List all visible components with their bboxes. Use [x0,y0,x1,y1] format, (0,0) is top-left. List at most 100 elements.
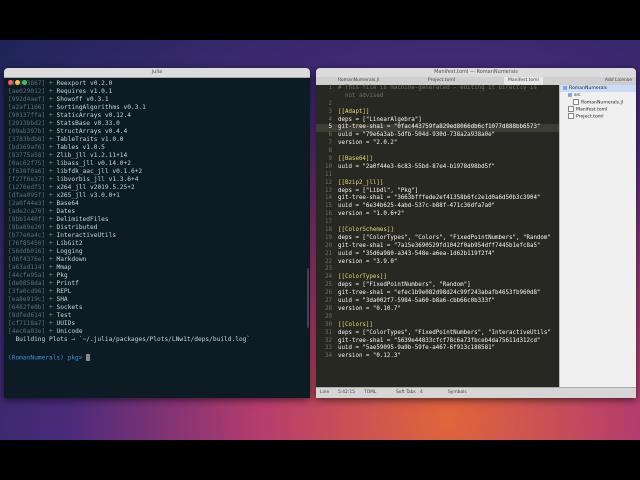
code-line[interactable]: 27 uuid = "3da002f7-5984-5a60-b8a6-cbb66c… [316,298,559,306]
code-line[interactable]: 26 git-tree-sha1 = "efec1b9e082d98d24c99f… [316,290,559,298]
code-line[interactable]: 10 uuid = "2a0f44e3-6c83-55bd-87e4-b1978d… [316,164,559,172]
package-uuid: [ade2ca70] [8,208,46,215]
tree-item-label: RomanNumerals.jl [581,100,624,106]
code-line[interactable]: 29 [316,314,559,322]
package-uuid: [f27f6e37] [8,176,46,183]
tree-item[interactable]: Manifest.toml [560,106,636,113]
code-line[interactable]: 30 [[Colors]] [316,322,559,330]
code-line[interactable]: 7 version = "2.0.2" [316,140,559,148]
code-line[interactable]: 3 [[Adapt]] [316,109,559,117]
code-line[interactable]: 5 git-tree-sha1 = "0fac443759fa829ed8066d… [316,124,559,133]
status-position[interactable]: 5:42:15 [338,388,355,398]
tab-manifest-toml[interactable]: Manifest.toml [504,77,543,85]
code-line[interactable]: 6 uuid = "79e6a3ab-5dfb-504d-930d-738a2a9… [316,132,559,140]
code-line[interactable]: 31 deps = ["ColorTypes", "FixedPointNumbe… [316,330,559,338]
terminal-line: [a2af1166] + SortingAlgorithms v0.3.1 [8,104,306,112]
code-line[interactable]: 25 deps = ["FixedPointNumbers", "Random"] [316,282,559,290]
line-number: 16 [325,211,332,218]
code-line[interactable]: 21 uuid = "35d6a980-a343-548e-a6ea-1d62b1… [316,251,559,259]
code-line[interactable]: 14 git-tree-sha1 = "3663bfffede2ef41358b6… [316,195,559,203]
code-text: git-tree-sha1 = "efec1b9e082d98d24c99f24… [338,290,541,297]
code-line[interactable]: 28 version = "0.10.7" [316,306,559,314]
code-line[interactable]: 16 version = "1.0.6+2" [316,211,559,219]
prompt-line[interactable]: (RomanNumerals) pkg> [8,354,306,362]
tree-item[interactable]: RomanNumerals.jl [560,99,636,106]
added-marker: + [49,88,53,95]
package-uuid: [76f85450] [8,240,46,247]
build-status-line: Building Plots → `~/.julia/packages/Plot… [8,336,251,343]
minimize-button[interactable] [15,80,20,85]
package-name: DelimitedFiles [56,216,109,223]
terminal-line: [6462fe0b] + Sockets [8,304,306,312]
package-name: REPL [56,288,72,295]
code-line[interactable]: 24 [[ColorTypes]] [316,274,559,282]
terminal-line: [8bb1440f] + DelimitedFiles [8,216,306,224]
added-marker: + [49,184,53,191]
terminal-scrollbar[interactable] [307,268,309,328]
code-line[interactable]: 22 version = "3.9.0" [316,259,559,267]
file-icon [568,106,574,112]
line-number: 14 [325,195,332,202]
code-line[interactable]: not advised [316,93,559,101]
status-tab-size[interactable]: 4 [420,388,423,398]
terminal-titlebar[interactable]: julia [4,68,310,85]
status-language[interactable]: TOML [364,388,376,398]
added-marker: + [49,80,53,87]
code-line[interactable]: 8 [316,148,559,156]
package-uuid: [2913bbd2] [8,120,46,127]
code-line[interactable]: 23 [316,266,559,274]
code-line[interactable]: 15 uuid = "6e34b625-4abd-537c-b88f-471c36… [316,203,559,211]
code-line[interactable]: 12 [[Bzip2_jll]] [316,180,559,188]
editor-window[interactable]: Manifest.toml — RomanNumerals RomanNumer… [316,68,636,398]
line-number: 11 [325,171,332,178]
package-uuid: [de0858da] [8,280,46,287]
line-number: 8 [328,148,333,155]
editor-title: Manifest.toml — RomanNumerals [434,69,518,75]
terminal-line: [83775a58] + Zlib_jll v1.2.11+14 [8,152,306,160]
code-line[interactable]: 32 git-tree-sha1 = "5639e44833cfcf78c6a73… [316,338,559,346]
package-name: Sockets [56,304,83,311]
status-indentation[interactable]: Soft Tabs [396,388,416,398]
package-name: x264_jll v2019.5.25+2 [56,184,135,191]
tree-item[interactable]: RomanNumerals [560,85,636,92]
code-line[interactable]: 34 version = "0.12.3" [316,353,559,361]
added-marker: + [49,208,53,215]
tree-item[interactable]: Project.toml [560,113,636,120]
tab-romannumerals-jl[interactable]: RomanNumerals.jl [334,77,383,85]
code-line[interactable]: 33 uuid = "5ae59095-9a9b-59fe-a467-6f913c… [316,345,559,353]
add-license-button[interactable]: Add License [605,77,632,85]
code-line[interactable]: 17 [316,219,559,227]
terminal-window[interactable]: julia [189a3867] + Reexport v0.2.0[ae029… [4,68,310,398]
tab-project-toml[interactable]: Project.toml [424,77,459,85]
code-line[interactable]: 13 deps = ["Libdl", "Pkg"] [316,188,559,196]
tree-item[interactable]: src [560,92,636,99]
added-marker: + [49,120,53,127]
code-line[interactable]: 11 [316,172,559,180]
pkg-prompt: (RomanNumerals) pkg> [8,354,87,362]
zoom-button[interactable] [22,80,27,85]
package-uuid: [09ab397b] [8,128,46,135]
added-marker: + [49,152,53,159]
code-line[interactable]: 18 [[ColorSchemes]] [316,227,559,235]
status-symbols[interactable]: Symbols [448,388,467,398]
close-button[interactable] [8,80,13,85]
code-line[interactable]: 2 [316,101,559,109]
package-name: StaticArrays v0.12.4 [56,112,131,119]
added-marker: + [49,296,53,303]
code-line[interactable]: 4 deps = ["LinearAlgebra"] [316,117,559,125]
code-line[interactable]: 1 # This file is machine-generated - edit… [316,85,559,93]
code-line[interactable]: 9 [[Base64]] [316,156,559,164]
project-tree[interactable]: RomanNumerals src RomanNumerals.jl Manifest… [559,85,636,388]
package-uuid: [b77e0a4c] [8,232,46,239]
added-marker: + [49,168,53,175]
terminal-output[interactable]: [189a3867] + Reexport v0.2.0[ae029012] +… [4,78,310,364]
terminal-line: [cf7118a7] + UUIDs [8,320,306,328]
package-name: Showoff v0.3.1 [56,96,109,103]
package-uuid: [0ac62f75] [8,160,46,167]
code-line[interactable]: 19 deps = ["ColorTypes", "Colors", "Fixed… [316,235,559,243]
terminal-title: julia [151,69,163,75]
code-editor[interactable]: 1 # This file is machine-generated - edit… [316,85,559,388]
status-file[interactable]: Line [320,388,329,398]
code-line[interactable]: 20 git-tree-sha1 = "7a15e3690529fd1042f0a… [316,243,559,251]
